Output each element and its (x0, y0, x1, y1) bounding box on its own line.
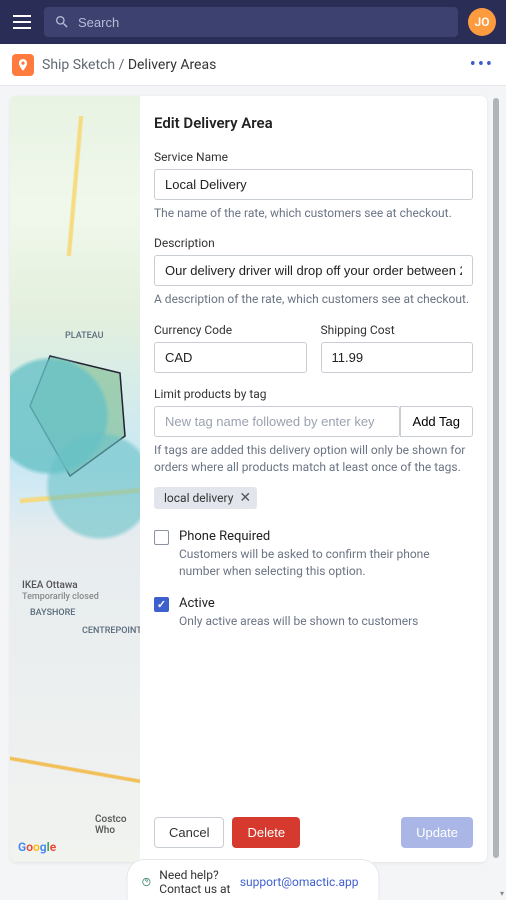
tag-remove-icon[interactable]: ✕ (239, 491, 251, 505)
active-hint: Only active areas will be shown to custo… (179, 613, 473, 630)
add-tag-button[interactable]: Add Tag (400, 406, 473, 437)
currency-label: Currency Code (154, 323, 307, 337)
delivery-polygon[interactable] (25, 351, 135, 481)
map-label: Temporarily closed (22, 592, 99, 602)
tags-label: Limit products by tag (154, 387, 473, 401)
app-logo-icon (12, 54, 34, 76)
description-label: Description (154, 236, 473, 250)
breadcrumb-root[interactable]: Ship Sketch (42, 57, 115, 73)
phone-required-label: Phone Required (179, 529, 473, 544)
phone-required-hint: Customers will be asked to confirm their… (179, 546, 473, 581)
search-bar[interactable] (44, 7, 458, 37)
breadcrumb: Ship Sketch / Delivery Areas (42, 57, 216, 73)
help-text: Need help? Contact us at (159, 868, 232, 896)
service-name-label: Service Name (154, 150, 473, 164)
map[interactable]: PLATEAU IKEA Ottawa Temporarily closed B… (10, 96, 140, 862)
phone-required-checkbox[interactable] (154, 530, 169, 545)
map-label: BAYSHORE (30, 608, 75, 618)
google-logo: Google (18, 840, 56, 854)
avatar[interactable]: JO (468, 8, 496, 36)
map-label: PLATEAU (65, 331, 103, 341)
menu-icon[interactable] (10, 10, 34, 34)
editor-card: PLATEAU IKEA Ottawa Temporarily closed B… (10, 96, 487, 862)
delete-button[interactable]: Delete (232, 817, 300, 848)
currency-input[interactable] (154, 342, 307, 373)
active-label: Active (179, 596, 473, 611)
map-label: IKEA Ottawa (22, 580, 78, 591)
map-label: CENTREPOINTE (82, 626, 140, 636)
cost-input[interactable] (321, 342, 474, 373)
search-icon (54, 14, 70, 30)
cancel-button[interactable]: Cancel (154, 817, 224, 848)
app-bar: JO (0, 0, 506, 44)
service-name-hint: The name of the rate, which customers se… (154, 205, 473, 222)
active-row: Active Only active areas will be shown t… (154, 596, 473, 630)
active-checkbox[interactable] (154, 597, 169, 612)
tag-chip-label: local delivery (164, 491, 233, 505)
tag-chip: local delivery ✕ (154, 487, 257, 509)
help-icon (142, 873, 152, 891)
button-row: Cancel Delete Update (154, 817, 473, 848)
service-name-input[interactable] (154, 169, 473, 200)
update-button[interactable]: Update (401, 817, 473, 848)
map-label: Costco Who (95, 814, 140, 836)
breadcrumb-bar: Ship Sketch / Delivery Areas ••• (0, 44, 506, 86)
tags-hint: If tags are added this delivery option w… (154, 442, 473, 477)
tag-input[interactable] (154, 406, 400, 437)
description-input[interactable] (154, 255, 473, 286)
more-icon[interactable]: ••• (470, 54, 494, 75)
cost-label: Shipping Cost (321, 323, 474, 337)
scroll-down-icon[interactable] (496, 890, 504, 898)
phone-required-row: Phone Required Customers will be asked t… (154, 529, 473, 581)
search-input[interactable] (78, 15, 448, 30)
breadcrumb-current: Delivery Areas (128, 57, 217, 73)
form-pane: Edit Delivery Area Service Name The name… (140, 96, 487, 862)
description-hint: A description of the rate, which custome… (154, 291, 473, 308)
scrollbar[interactable] (493, 96, 501, 862)
form-title: Edit Delivery Area (154, 114, 473, 132)
help-footer: Need help? Contact us at support@omactic… (127, 859, 380, 900)
help-email-link[interactable]: support@omactic.app (240, 875, 359, 889)
